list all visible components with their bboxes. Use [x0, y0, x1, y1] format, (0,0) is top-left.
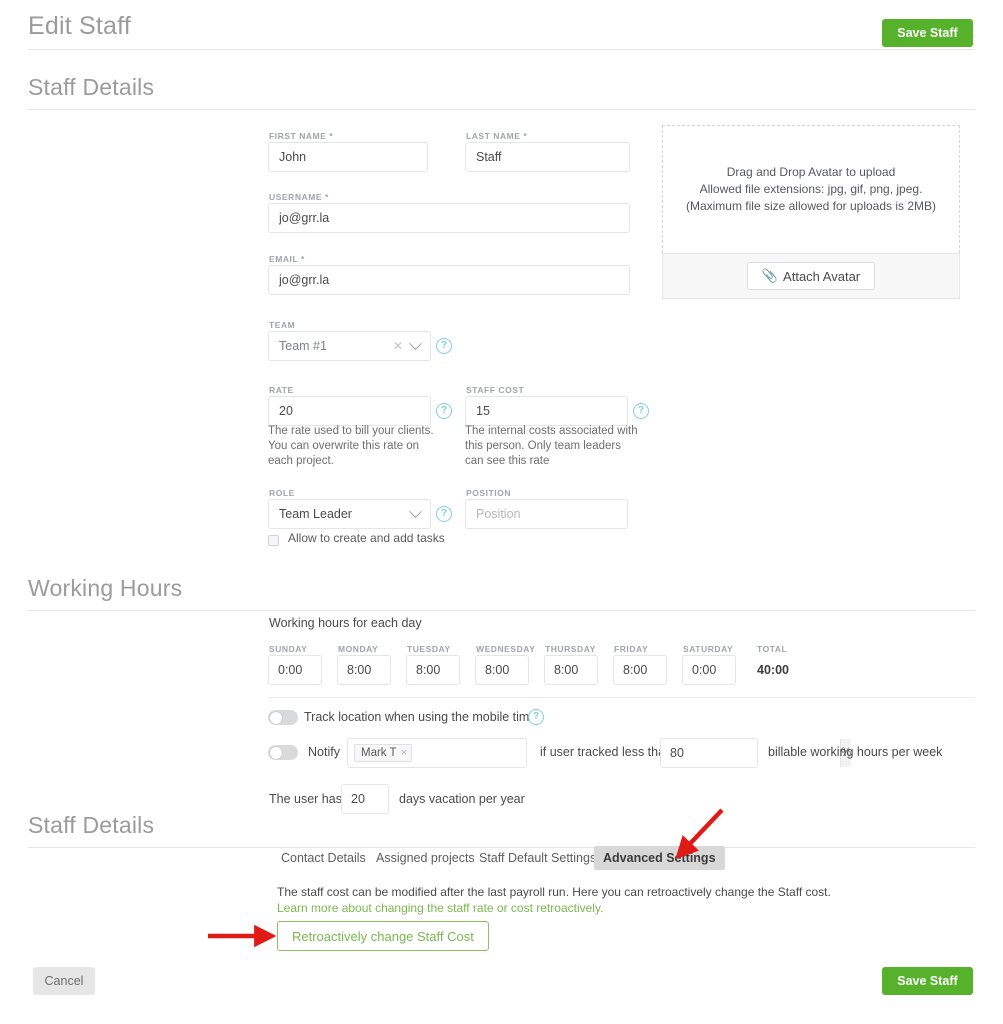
- avatar-dropzone[interactable]: Drag and Drop Avatar to upload Allowed f…: [662, 125, 960, 253]
- position-label: POSITION: [466, 488, 512, 498]
- username-label: USERNAME *: [269, 192, 329, 202]
- day-label-thursday: THURSDAY: [545, 644, 596, 654]
- staff-cost-input[interactable]: [465, 396, 628, 426]
- role-help-icon[interactable]: ?: [436, 506, 452, 522]
- role-label: ROLE: [269, 488, 295, 498]
- section-header-staff-details: Staff Details: [28, 74, 975, 110]
- section-title-working-hours: Working Hours: [28, 575, 183, 601]
- day-label-monday: MONDAY: [338, 644, 379, 654]
- first-name-label: FIRST NAME *: [269, 131, 334, 141]
- total-label: TOTAL: [757, 644, 788, 654]
- vacation-prefix-label: The user has: [269, 792, 342, 806]
- section-title-staff-details-2: Staff Details: [28, 812, 155, 838]
- day-label-wednesday: WEDNESDAY: [476, 644, 536, 654]
- rate-input[interactable]: [268, 396, 431, 426]
- edit-staff-page: Edit Staff Save Staff Staff Details FIRS…: [0, 0, 1003, 1024]
- email-input[interactable]: [268, 265, 630, 295]
- day-label-sunday: SUNDAY: [269, 644, 308, 654]
- recipient-tag-label: Mark T: [361, 747, 397, 759]
- toggle-knob: [269, 711, 282, 724]
- tab-staff-default-settings[interactable]: Staff Default Settings: [470, 846, 605, 870]
- track-location-toggle[interactable]: [268, 710, 298, 725]
- save-staff-button-top[interactable]: Save Staff: [882, 19, 973, 47]
- team-label: TEAM: [269, 320, 296, 330]
- chevron-down-icon: [409, 504, 422, 518]
- allow-tasks-checkbox[interactable]: [268, 535, 279, 546]
- day-input-saturday[interactable]: [682, 655, 736, 685]
- paperclip-icon: 📎: [761, 268, 779, 283]
- retroactively-change-staff-cost-button[interactable]: Retroactively change Staff Cost: [277, 921, 489, 951]
- track-location-help-icon[interactable]: ?: [528, 709, 544, 725]
- save-staff-button-bottom[interactable]: Save Staff: [882, 967, 973, 995]
- notify-recipients-input[interactable]: Mark T ×: [347, 738, 527, 768]
- vacation-suffix-label: days vacation per year: [399, 792, 525, 806]
- tab-contact-details[interactable]: Contact Details: [272, 846, 375, 870]
- day-input-friday[interactable]: [613, 655, 667, 685]
- advanced-description: The staff cost can be modified after the…: [277, 885, 831, 899]
- position-input[interactable]: [465, 499, 628, 529]
- role-select-value: Team Leader: [279, 507, 352, 521]
- rate-help-icon[interactable]: ?: [436, 403, 452, 419]
- day-input-wednesday[interactable]: [475, 655, 529, 685]
- page-title: Edit Staff: [28, 12, 131, 40]
- day-input-monday[interactable]: [337, 655, 391, 685]
- rate-label: RATE: [269, 385, 294, 395]
- chevron-down-icon: [409, 336, 422, 350]
- staff-cost-help-text: The internal costs associated with this …: [465, 425, 638, 467]
- rate-help-text: The rate used to bill your clients. You …: [268, 425, 434, 467]
- notify-toggle[interactable]: [268, 745, 298, 760]
- section-header-staff-details-2: Staff Details: [28, 812, 975, 848]
- staff-cost-label: STAFF COST: [466, 385, 525, 395]
- username-input[interactable]: [268, 203, 630, 233]
- role-select[interactable]: Team Leader: [268, 499, 431, 529]
- day-label-tuesday: TUESDAY: [407, 644, 451, 654]
- team-select[interactable]: Team #1 ✕: [268, 331, 431, 361]
- avatar-dropzone-line1: Drag and Drop Avatar to upload: [726, 165, 896, 179]
- first-name-input[interactable]: [268, 142, 428, 172]
- page-header: Edit Staff: [28, 12, 975, 50]
- section-title-staff-details: Staff Details: [28, 74, 155, 100]
- team-select-value: Team #1: [279, 339, 327, 353]
- working-hours-caption: Working hours for each day: [269, 616, 422, 630]
- last-name-label: LAST NAME *: [466, 131, 528, 141]
- avatar-footer: 📎 Attach Avatar: [662, 253, 960, 299]
- attach-avatar-button[interactable]: 📎 Attach Avatar: [746, 262, 876, 290]
- notify-middle-label: if user tracked less than: [540, 745, 673, 759]
- notify-suffix-label: billable working hours per week: [768, 745, 943, 759]
- day-input-sunday[interactable]: [268, 655, 322, 685]
- day-input-thursday[interactable]: [544, 655, 598, 685]
- tab-advanced-settings[interactable]: Advanced Settings: [594, 846, 725, 870]
- avatar-dropzone-line2: Allowed file extensions: jpg, gif, png, …: [699, 182, 923, 196]
- section-header-working-hours: Working Hours: [28, 575, 975, 611]
- remove-tag-icon[interactable]: ×: [401, 747, 407, 759]
- day-input-tuesday[interactable]: [406, 655, 460, 685]
- email-label: EMAIL *: [269, 254, 305, 264]
- toggle-knob: [269, 746, 282, 759]
- clear-icon[interactable]: ✕: [393, 339, 403, 353]
- avatar-dropzone-line3: (Maximum file size allowed for uploads i…: [685, 199, 937, 213]
- notify-prefix-label: Notify: [308, 745, 340, 759]
- day-label-friday: FRIDAY: [614, 644, 649, 654]
- team-help-icon[interactable]: ?: [436, 338, 452, 354]
- billable-percent-field[interactable]: %: [660, 738, 852, 768]
- recipient-tag[interactable]: Mark T ×: [354, 744, 413, 762]
- tab-assigned-projects[interactable]: Assigned projects: [367, 846, 484, 870]
- total-value: 40:00: [757, 663, 789, 677]
- vacation-days-input[interactable]: [341, 784, 389, 814]
- allow-tasks-label: Allow to create and add tasks: [288, 531, 445, 545]
- divider: [268, 697, 975, 698]
- cancel-button[interactable]: Cancel: [33, 967, 95, 995]
- staff-cost-help-icon[interactable]: ?: [633, 403, 649, 419]
- attach-avatar-label: Attach Avatar: [783, 268, 861, 284]
- track-location-label: Track location when using the mobile tim…: [304, 710, 541, 724]
- learn-more-link[interactable]: Learn more about changing the staff rate…: [277, 901, 603, 915]
- last-name-input[interactable]: [465, 142, 630, 172]
- annotation-arrow-retroactive-button: [208, 924, 277, 948]
- day-label-saturday: SATURDAY: [683, 644, 734, 654]
